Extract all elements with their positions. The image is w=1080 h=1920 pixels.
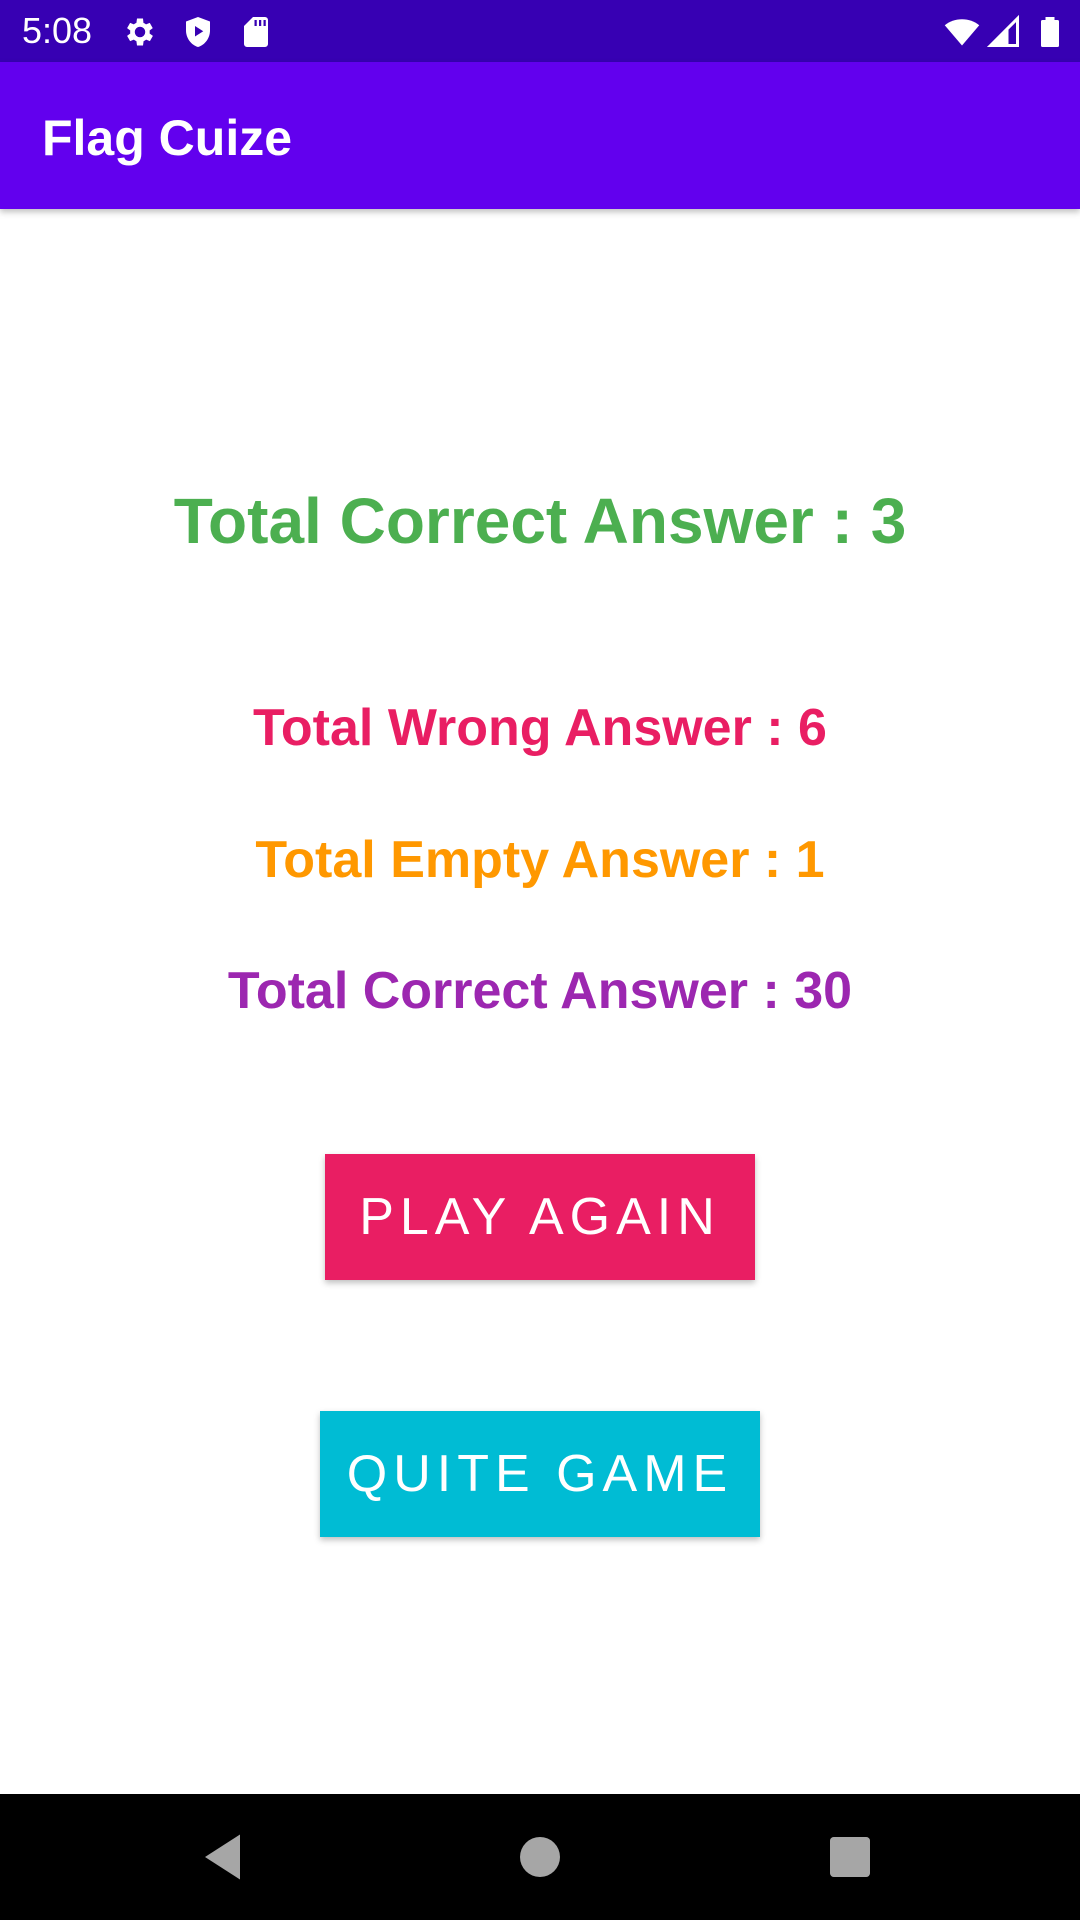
- status-time: 5:08: [22, 10, 93, 51]
- total-correct-answer-text: Total Correct Answer : 3: [173, 485, 907, 557]
- result-screen: 5:08 Flag Cuize Total Correct Answer : 3…: [0, 0, 1080, 1920]
- play-again-button[interactable]: PLAY AGAIN: [325, 1154, 755, 1280]
- home-icon[interactable]: [510, 1827, 570, 1887]
- app-bar: Flag Cuize: [0, 62, 1080, 209]
- battery-icon: [1032, 14, 1068, 50]
- gear-icon: [122, 14, 158, 50]
- total-empty-answer-text: Total Empty Answer : 1: [255, 831, 825, 889]
- navigation-bar: [0, 1794, 1080, 1920]
- wifi-icon: [944, 14, 980, 50]
- sd-card-icon: [238, 14, 274, 50]
- cell-signal-icon: [986, 14, 1022, 50]
- back-icon[interactable]: [195, 1827, 255, 1887]
- status-bar: 5:08: [0, 0, 1080, 62]
- total-score-text: Total Correct Answer : 30: [227, 962, 853, 1020]
- recents-icon[interactable]: [820, 1827, 880, 1887]
- total-wrong-answer-text: Total Wrong Answer : 6: [253, 699, 827, 757]
- quit-game-button[interactable]: QUITE GAME: [320, 1411, 760, 1537]
- app-title: Flag Cuize: [42, 110, 293, 166]
- shield-play-icon: [180, 14, 216, 50]
